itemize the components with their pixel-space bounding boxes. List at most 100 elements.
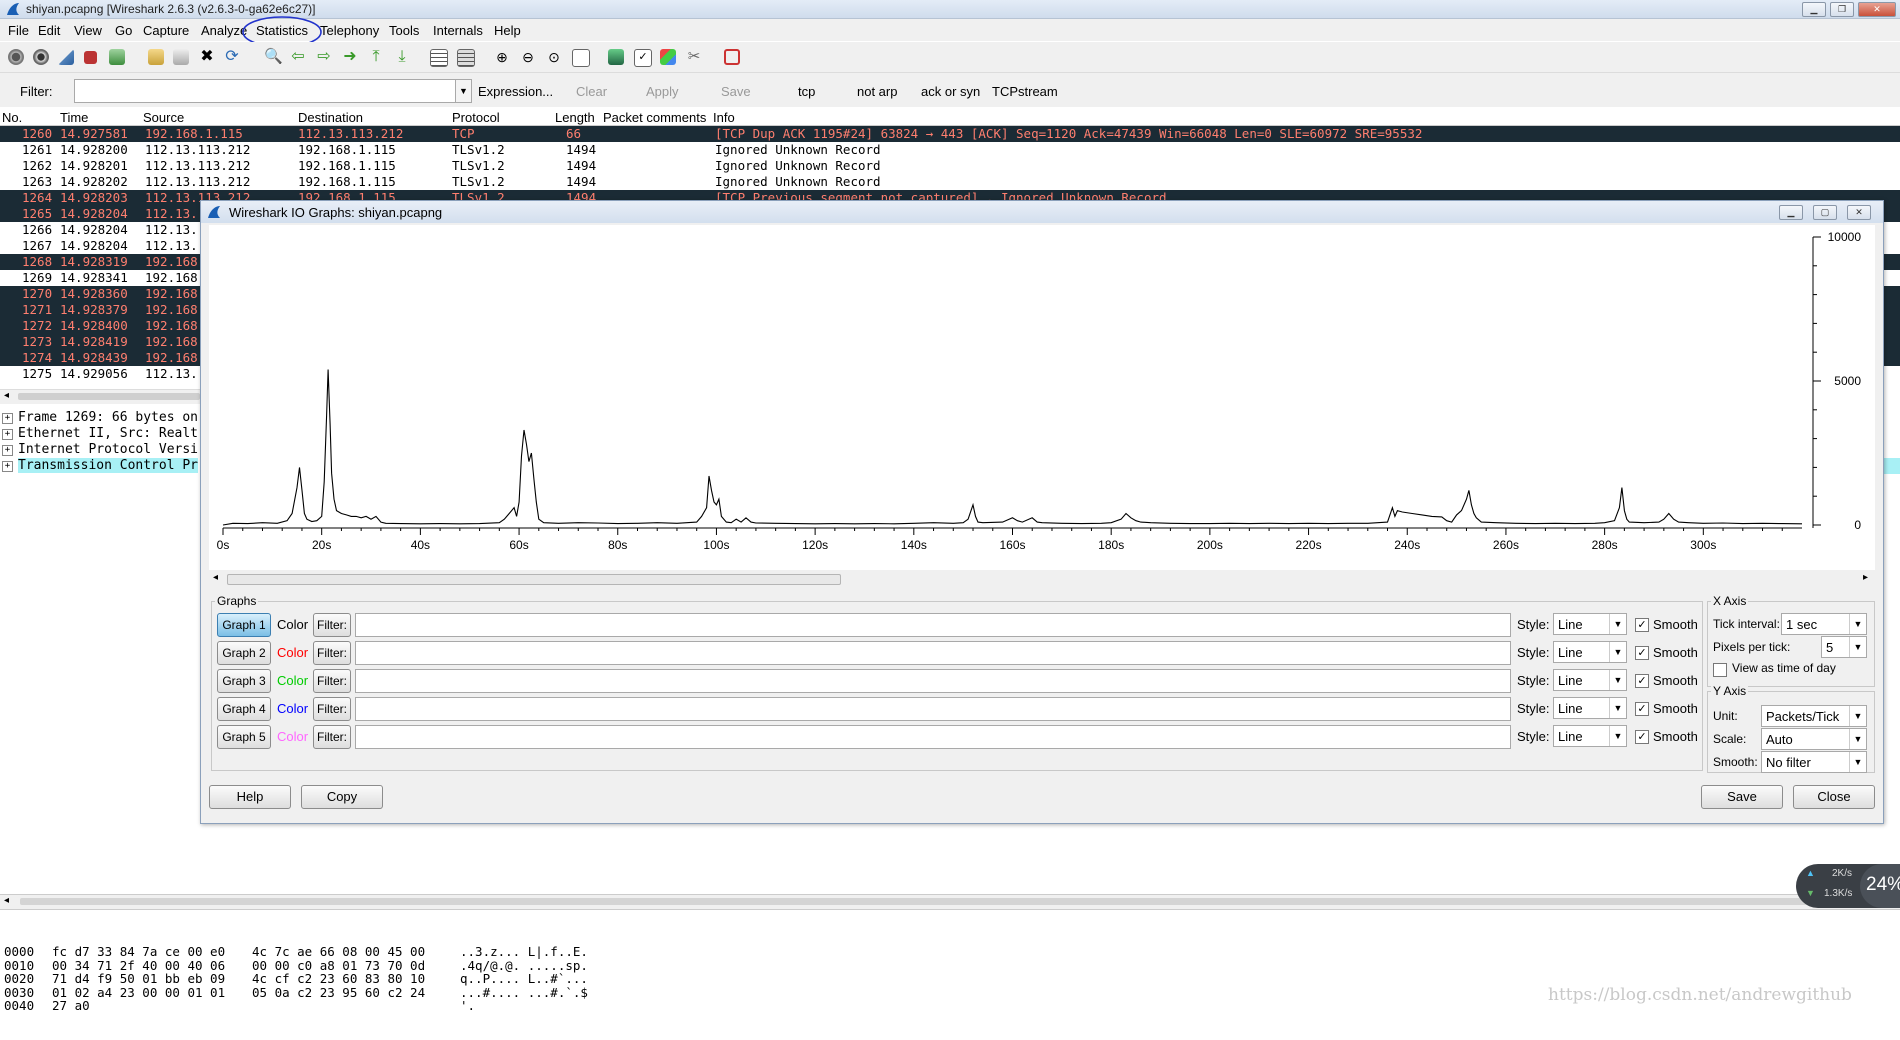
graph-toggle-button[interactable]: Graph 5 [217,725,271,749]
network-speed-widget[interactable]: ▲ 2K/s ▼ 1.3K/s 24% [1796,864,1900,908]
detail-ip[interactable]: + Internet Protocol Versi [2,442,198,458]
graph-toggle-button[interactable]: Graph 2 [217,641,271,665]
expand-icon[interactable]: + [2,445,13,456]
expression-button[interactable]: Expression... [478,84,553,99]
filter-shortcut-tcpstream[interactable]: TCPstream [992,84,1058,99]
restore-button[interactable]: ❐ [1830,2,1854,17]
restart-capture-icon[interactable] [109,49,125,65]
graph-filter-input[interactable] [355,641,1511,665]
start-capture-icon[interactable] [58,49,74,65]
menu-tools[interactable]: Tools [389,23,419,38]
dialog-close-x-button[interactable]: ✕ [1847,205,1871,220]
save-button[interactable]: Save [1701,785,1783,809]
tick-interval-select[interactable]: 1 sec ▼ [1781,613,1867,635]
smooth-checkbox[interactable]: ✓ [1635,646,1649,660]
capture-filters-icon[interactable] [608,49,624,65]
col-info[interactable]: Info [713,110,735,125]
packet-row[interactable]: 1263 14.928202 112.13.113.212 192.168.1.115… [0,174,1900,190]
minimize-button[interactable]: ▁ [1802,2,1826,17]
first-packet-icon[interactable]: ⤒ [368,49,384,65]
graph-filter-button[interactable]: Filter: [313,697,351,721]
zoom-in-icon[interactable]: ⊕ [494,49,510,65]
find-packet-icon[interactable]: 🔍 [264,49,283,65]
close-file-icon[interactable]: ✖ [199,49,215,65]
packet-row[interactable]: 1262 14.928201 112.13.113.212 192.168.1.115… [0,158,1900,174]
scroll-right-arrow[interactable]: ▸ [1863,572,1868,583]
unit-select[interactable]: Packets/Tick ▼ [1761,705,1867,727]
stop-capture-icon[interactable] [84,51,97,64]
help-icon[interactable] [724,49,740,65]
packet-row[interactable]: 1260 14.927581 192.168.1.115 112.13.113.212… [0,126,1900,142]
scroll-left-arrow[interactable]: ◂ [4,390,9,401]
auto-scroll-icon[interactable] [457,49,475,67]
filter-history-dropdown[interactable]: ▼ [455,79,472,103]
reload-icon[interactable]: ⟳ [224,49,240,65]
open-file-icon[interactable] [148,49,164,65]
graph-filter-button[interactable]: Filter: [313,725,351,749]
filter-shortcut-tcp[interactable]: tcp [798,84,815,99]
interfaces-icon[interactable] [8,49,24,65]
plot-hscrollbar[interactable]: ◂ ▸ [209,572,1875,586]
menu-internals[interactable]: Internals [433,23,483,38]
graph-style-select[interactable]: Line ▼ [1553,725,1627,747]
graph-style-select[interactable]: Line ▼ [1553,613,1627,635]
graph-color-label[interactable]: Color [277,673,308,688]
plot-scroll-thumb[interactable] [227,574,841,585]
normal-size-icon[interactable]: ⊙ [546,49,562,65]
hex-bytes-right[interactable]: 4c 7c ae 66 08 00 45 00 00 00 c0 a8 01 73… [252,918,425,1026]
save-file-icon[interactable] [173,49,189,65]
graph-toggle-button[interactable]: Graph 4 [217,697,271,721]
expand-icon[interactable]: + [2,461,13,472]
dialog-maximize-button[interactable]: ▢ [1813,205,1837,220]
graph-filter-button[interactable]: Filter: [313,669,351,693]
y-smooth-select[interactable]: No filter ▼ [1761,751,1867,773]
time-of-day-checkbox[interactable] [1713,663,1727,677]
details-hscrollbar[interactable]: ◂ ▸ [0,894,1900,910]
graph-filter-button[interactable]: Filter: [313,641,351,665]
scroll-left-arrow[interactable]: ◂ [4,895,9,906]
smooth-checkbox[interactable]: ✓ [1635,674,1649,688]
menu-telephony[interactable]: Telephony [320,23,379,38]
smooth-checkbox[interactable]: ✓ [1635,702,1649,716]
col-destination[interactable]: Destination [298,110,363,125]
filter-shortcut-ack-or-syn[interactable]: ack or syn [921,84,980,99]
go-forward-icon[interactable]: ⇨ [316,49,332,65]
display-filter-input[interactable] [74,79,456,103]
filter-shortcut-not-arp[interactable]: not arp [857,84,897,99]
detail-frame[interactable]: + Frame 1269: 66 bytes on [2,410,198,426]
graph-style-select[interactable]: Line ▼ [1553,697,1627,719]
close-button[interactable]: Close [1793,785,1875,809]
expand-icon[interactable]: + [2,413,13,424]
scroll-left-arrow[interactable]: ◂ [213,572,218,583]
packet-list-hscrollbar[interactable]: ◂ [0,389,200,404]
graph-filter-button[interactable]: Filter: [313,613,351,637]
detail-tcp[interactable]: + Transmission Control Pr [2,458,199,474]
options-icon[interactable] [33,49,49,65]
save-filter-button[interactable]: Save [721,84,751,99]
graph-color-label[interactable]: Color [277,645,308,660]
clear-button[interactable]: Clear [576,84,607,99]
scroll-thumb[interactable] [18,393,200,400]
graph-filter-input[interactable] [355,613,1511,637]
graph-toggle-button[interactable]: Graph 3 [217,669,271,693]
menu-file[interactable]: File [8,23,29,38]
graph-style-select[interactable]: Line ▼ [1553,669,1627,691]
col-length[interactable]: Length [555,110,595,125]
col-no[interactable]: No. [2,110,22,125]
close-window-button[interactable]: ✕ [1858,2,1896,17]
packet-row[interactable]: 1261 14.928200 112.13.113.212 192.168.1.115… [0,142,1900,158]
col-protocol[interactable]: Protocol [452,110,500,125]
scroll-thumb[interactable] [20,898,1880,905]
smooth-checkbox[interactable]: ✓ [1635,730,1649,744]
smooth-checkbox[interactable]: ✓ [1635,618,1649,632]
detail-ethernet[interactable]: + Ethernet II, Src: Realt [2,426,198,442]
graph-toggle-button[interactable]: Graph 1 [217,613,271,637]
io-graph-plot[interactable]: 0s 20s 40s 60s 80s 100s 120s 140s 160s 180s 200s 22… [209,225,1875,570]
zoom-out-icon[interactable]: ⊖ [520,49,536,65]
graph-filter-input[interactable] [355,725,1511,749]
menu-capture[interactable]: Capture [143,23,189,38]
ascii-bytes[interactable]: ..3.z... L|.f..E. .4q/@.@. .....sp. q..P..… [460,918,588,1040]
colorize-icon[interactable] [430,49,448,67]
col-time[interactable]: Time [60,110,88,125]
pixels-per-tick-select[interactable]: 5 ▼ [1821,636,1867,658]
